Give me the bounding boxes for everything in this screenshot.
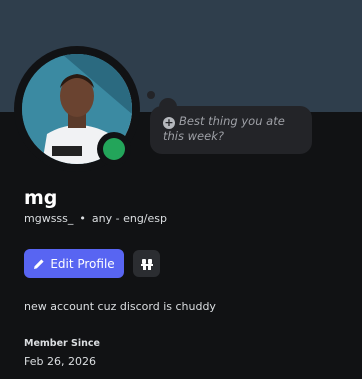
username-line: mgwsss_ • any - eng/esp [24, 212, 167, 225]
edit-profile-button[interactable]: Edit Profile [24, 249, 124, 278]
pronouns: any - eng/esp [91, 212, 167, 225]
member-since-date: Feb 26, 2026 [24, 355, 96, 368]
nitro-gift-icon [140, 258, 153, 270]
edit-profile-label: Edit Profile [50, 256, 115, 271]
nitro-gift-button[interactable] [133, 250, 160, 277]
online-status-icon [103, 138, 125, 160]
separator: • [79, 212, 86, 225]
thought-dot-small [147, 91, 155, 99]
member-since-label: Member Since [24, 338, 100, 349]
username: mgwsss_ [24, 212, 74, 225]
display-name: mg [24, 187, 58, 209]
custom-status-placeholder: Best thing you ate this week? [163, 114, 285, 143]
pencil-icon [34, 258, 44, 269]
plus-circle-icon: + [163, 116, 175, 129]
bio-text: new account cuz discord is chuddy [24, 300, 216, 313]
custom-status-bubble[interactable]: + Best thing you ate this week? [150, 106, 312, 154]
